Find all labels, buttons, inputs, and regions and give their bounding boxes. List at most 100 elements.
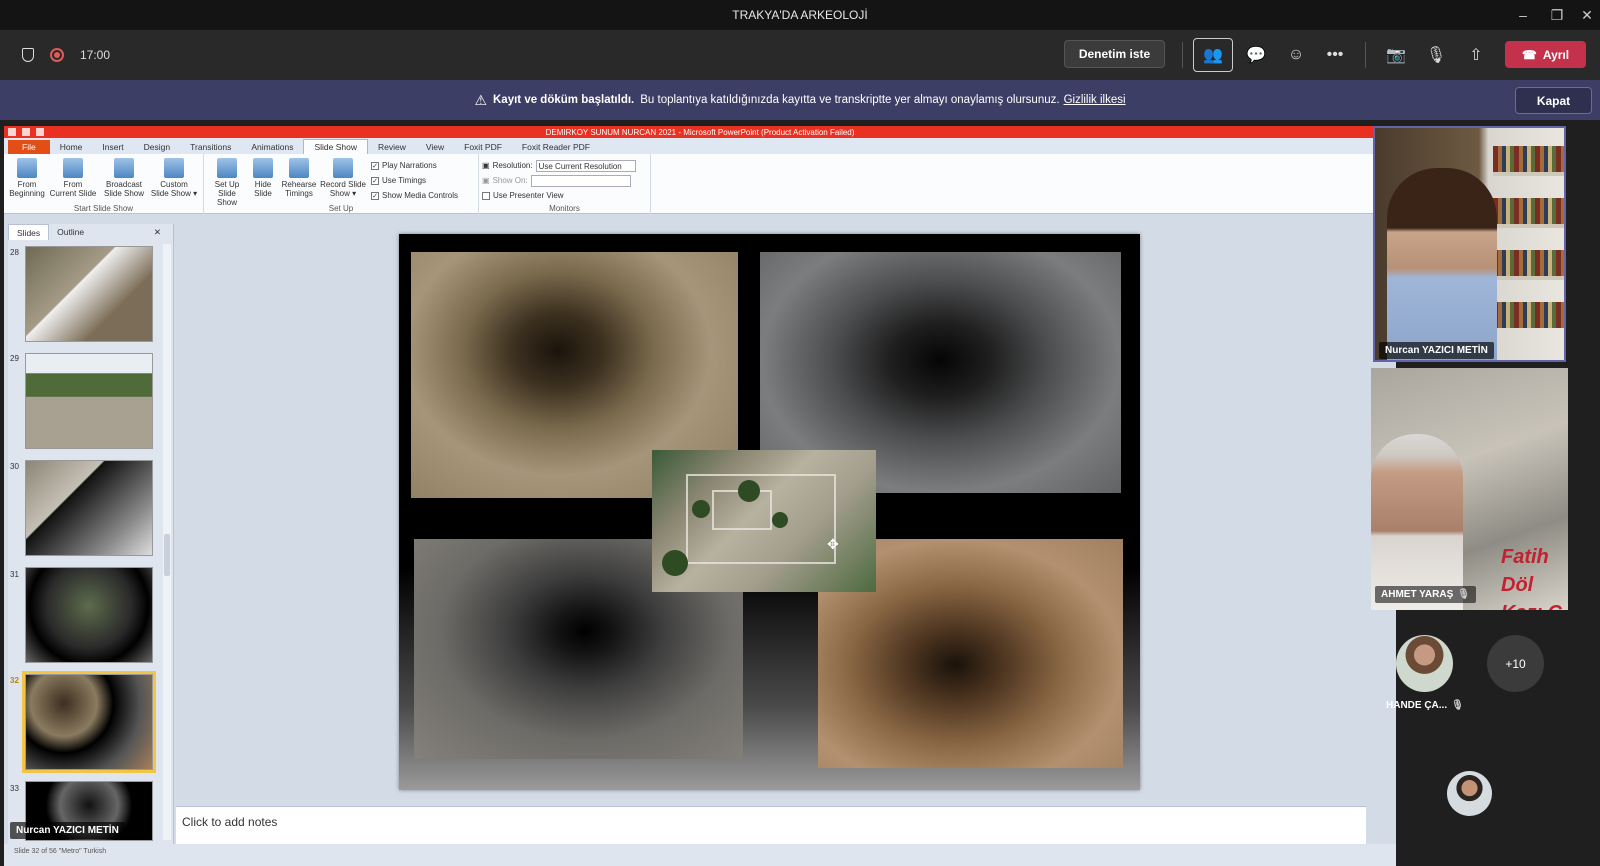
show-on-row: ▣ Show On: xyxy=(482,173,631,188)
request-control-button[interactable]: Denetim iste xyxy=(1064,40,1165,68)
participant-video-2[interactable]: Fatih Döl Kazı Ç AHMET YARAŞ🎙 xyxy=(1371,368,1568,610)
save-icon[interactable] xyxy=(8,128,16,136)
shelf xyxy=(1493,224,1564,228)
participant-name-row: HANDE ÇA... 🎙 xyxy=(1386,700,1464,711)
checkbox-checked-icon: ✓ xyxy=(371,176,379,185)
window-title: TRAKYA'DA ARKEOLOJİ xyxy=(732,8,868,22)
panel-tabs: Slides Outline ✕ xyxy=(8,224,173,240)
use-timings-checkbox[interactable]: ✓ Use Timings xyxy=(371,173,458,188)
banner-bold: Kayıt ve döküm başlatıldı. xyxy=(493,94,635,106)
shared-screen: DEMIRKOY SUNUM NURCAN 2021 - Microsoft P… xyxy=(4,126,1396,866)
resolution-select[interactable]: Use Current Resolution xyxy=(535,159,636,172)
notes-pane[interactable]: Click to add notes xyxy=(176,806,1366,844)
tab-outline[interactable]: Outline xyxy=(49,227,92,237)
camera-off-icon[interactable]: 📷 xyxy=(1376,38,1416,72)
from-current-slide-button[interactable]: From Current Slide xyxy=(47,158,99,198)
close-panel-icon[interactable]: ✕ xyxy=(146,227,169,238)
poster-text: Fatih Döl Kazı Ç xyxy=(1501,546,1562,610)
from-beginning-button[interactable]: From Beginning xyxy=(7,158,47,198)
group-label: Start Slide Show xyxy=(73,204,134,213)
resolution-row: ▣ Resolution: Use Current Resolution xyxy=(482,158,636,173)
custom-slide-show-button[interactable]: Custom Slide Show ▾ xyxy=(149,158,199,198)
bookshelf xyxy=(1493,198,1564,224)
bookshelf xyxy=(1493,146,1564,172)
slides-scrollbar[interactable] xyxy=(163,244,171,840)
group-set-up: Set Up Slide Show Hide Slide Rehearse Timin… xyxy=(204,154,479,214)
dismiss-button[interactable]: Kapat xyxy=(1515,87,1592,114)
more-options-icon[interactable]: ••• xyxy=(1315,38,1355,72)
hide-slide-button[interactable]: Hide Slide xyxy=(247,158,279,198)
more-participants-button[interactable]: +10 xyxy=(1487,635,1544,692)
slide-thumbnail-selected[interactable] xyxy=(22,671,156,773)
window-titlebar: TRAKYA'DA ARKEOLOJİ – ❐ ✕ xyxy=(0,0,1600,30)
hide-slide-icon xyxy=(253,158,273,178)
tab-foxit-reader-pdf[interactable]: Foxit Reader PDF xyxy=(512,140,600,154)
tab-foxit-pdf[interactable]: Foxit PDF xyxy=(454,140,512,154)
slide-thumbnail[interactable] xyxy=(25,567,153,663)
privacy-link[interactable]: Gizlilik ilkesi xyxy=(1064,94,1126,106)
participants-icon[interactable]: 👥 xyxy=(1193,38,1233,72)
shield-icon[interactable] xyxy=(22,48,34,62)
leave-button[interactable]: ☎ Ayrıl xyxy=(1505,41,1586,68)
set-up-slide-show-button[interactable]: Set Up Slide Show xyxy=(207,158,247,207)
slides-panel: Slides Outline ✕ 28 29 30 31 32 33 xyxy=(8,224,174,844)
tab-home[interactable]: Home xyxy=(50,140,93,154)
record-slide-show-button[interactable]: Record Slide Show ▾ xyxy=(319,158,367,198)
custom-show-icon xyxy=(164,158,184,178)
group-start-slide-show: From Beginning From Current Slide Broadcas… xyxy=(4,154,204,214)
avatar[interactable] xyxy=(1396,635,1453,692)
tab-review[interactable]: Review xyxy=(368,140,416,154)
participant-person xyxy=(1371,434,1463,610)
tab-animations[interactable]: Animations xyxy=(241,140,303,154)
tab-design[interactable]: Design xyxy=(134,140,180,154)
undo-icon[interactable] xyxy=(22,128,30,136)
ppt-titlebar: DEMIRKOY SUNUM NURCAN 2021 - Microsoft P… xyxy=(4,126,1396,138)
bookshelf xyxy=(1493,250,1564,276)
show-media-controls-checkbox[interactable]: ✓ Show Media Controls xyxy=(371,188,458,203)
redo-icon[interactable] xyxy=(36,128,44,136)
tab-view[interactable]: View xyxy=(416,140,454,154)
record-icon xyxy=(333,158,353,178)
show-on-select[interactable] xyxy=(530,174,631,187)
scrollbar-thumb[interactable] xyxy=(164,534,170,576)
reactions-icon[interactable]: ☺ xyxy=(1276,38,1316,72)
shelf xyxy=(1493,276,1564,280)
avatar[interactable] xyxy=(1447,771,1492,816)
participant-person xyxy=(1387,168,1497,360)
tab-transitions[interactable]: Transitions xyxy=(180,140,241,154)
meeting-time: 17:00 xyxy=(80,48,111,62)
slide-thumbnail[interactable] xyxy=(25,460,153,556)
group-label: Monitors xyxy=(549,204,580,213)
tab-slide-show[interactable]: Slide Show xyxy=(303,139,368,154)
minimize-icon[interactable]: – xyxy=(1506,0,1540,30)
current-slide[interactable]: ✥ xyxy=(399,234,1140,790)
slide-thumbnail[interactable] xyxy=(25,246,153,342)
chat-icon[interactable]: 💬 xyxy=(1236,38,1276,72)
participant-video-1[interactable]: Nurcan YAZICI METİN xyxy=(1373,126,1566,362)
mic-muted-icon: 🎙 xyxy=(1451,700,1464,711)
meeting-toolbar: 17:00 Denetim iste 👥 💬 ☺ ••• 📷 🎙 ⇧ ☎ Ayr… xyxy=(0,30,1600,80)
checkbox-icon xyxy=(482,191,490,200)
presenter-name-tag: Nurcan YAZICI METİN xyxy=(10,822,125,839)
tab-insert[interactable]: Insert xyxy=(92,140,133,154)
tab-file[interactable]: File xyxy=(8,140,50,154)
slide-number: 32 xyxy=(10,676,19,685)
play-icon xyxy=(17,158,37,178)
close-window-icon[interactable]: ✕ xyxy=(1570,0,1600,30)
restore-icon[interactable]: ❐ xyxy=(1540,0,1574,30)
mic-off-icon[interactable]: 🎙 xyxy=(1416,38,1456,72)
banner-text: Bu toplantıya katıldığınızda kayıtta ve … xyxy=(640,94,1060,106)
slide-thumbnail[interactable] xyxy=(25,353,153,449)
rehearse-timings-button[interactable]: Rehearse Timings xyxy=(279,158,319,198)
broadcast-button[interactable]: Broadcast Slide Show xyxy=(99,158,149,198)
group-monitors: ▣ Resolution: Use Current Resolution ▣ Show… xyxy=(479,154,651,214)
slide-number: 31 xyxy=(10,570,19,579)
presenter-view-checkbox[interactable]: Use Presenter View xyxy=(482,188,564,203)
recording-banner: ⚠ Kayıt ve döküm başlatıldı. Bu toplantı… xyxy=(0,80,1600,120)
tab-slides[interactable]: Slides xyxy=(8,224,50,240)
play-narrations-checkbox[interactable]: ✓ Play Narrations xyxy=(371,158,458,173)
participant-name: HANDE ÇA... xyxy=(1386,700,1448,711)
share-screen-icon[interactable]: ⇧ xyxy=(1456,38,1496,72)
shelf xyxy=(1493,172,1564,176)
ppt-title: DEMIRKOY SUNUM NURCAN 2021 - Microsoft P… xyxy=(545,127,855,137)
